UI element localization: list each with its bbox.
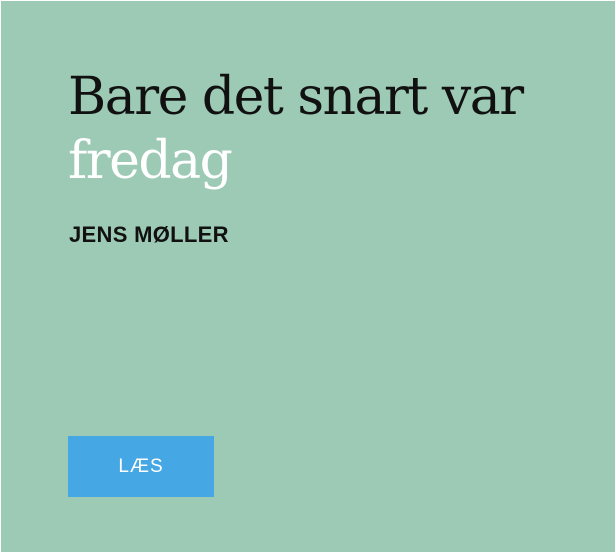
- article-author: JENS MØLLER: [69, 222, 229, 247]
- article-title-highlight: fredag: [68, 131, 233, 191]
- article-title: Bare det snart var fredag: [68, 65, 524, 193]
- article-card: Bare det snart var fredag JENS MØLLER LÆ…: [1, 1, 615, 552]
- article-title-line1: Bare det snart var: [68, 67, 524, 127]
- read-button[interactable]: LÆS: [68, 436, 214, 497]
